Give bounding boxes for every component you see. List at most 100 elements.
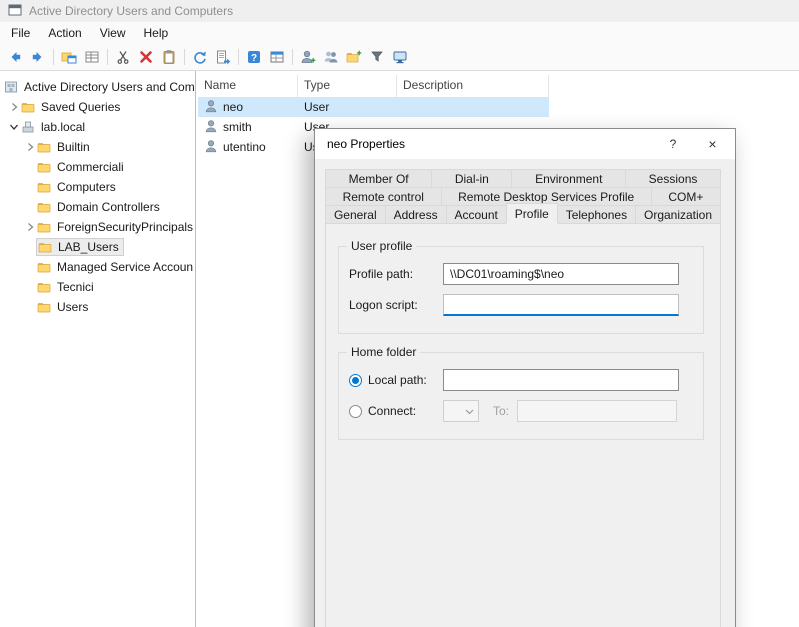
tab-profile[interactable]: Profile: [506, 203, 558, 224]
tree-item-managed-service-accounts[interactable]: Managed Service Accoun: [0, 257, 195, 277]
menu-bar: File Action View Help: [0, 22, 799, 44]
column-header-description[interactable]: Description: [397, 75, 549, 97]
export-list-icon[interactable]: [212, 46, 234, 68]
row-name: smith: [223, 120, 252, 134]
tab-member-of[interactable]: Member Of: [325, 169, 432, 188]
selected-tree-item[interactable]: LAB_Users: [36, 238, 124, 256]
tree-item-builtin[interactable]: Builtin: [0, 137, 195, 157]
folder-icon: [38, 240, 54, 254]
tree-item-root[interactable]: Active Directory Users and Com: [0, 77, 195, 97]
profile-tab-page: User profile Profile path: Logon script:…: [325, 223, 721, 627]
tab-telephones[interactable]: Telephones: [557, 205, 636, 224]
chevron-down-icon[interactable]: [6, 121, 21, 133]
tree-item-domain-controllers[interactable]: Domain Controllers: [0, 197, 195, 217]
tree-item-label: LAB_Users: [54, 240, 119, 254]
user-profile-group: User profile Profile path: Logon script:: [338, 246, 704, 334]
drive-letter-dropdown: [443, 400, 479, 422]
toolbar-separator: [292, 49, 293, 65]
chevron-right-icon[interactable]: [22, 141, 37, 153]
local-path-radio[interactable]: [349, 374, 362, 387]
list-view-icon[interactable]: [81, 46, 103, 68]
tree-item-tecnici[interactable]: Tecnici: [0, 277, 195, 297]
list-header: Name Type Description: [198, 75, 799, 97]
tab-address[interactable]: Address: [385, 205, 447, 224]
group-label: Home folder: [347, 345, 420, 359]
folder-icon: [37, 160, 53, 174]
connect-radio[interactable]: [349, 405, 362, 418]
domain-icon: [21, 120, 37, 134]
menu-view[interactable]: View: [91, 23, 135, 43]
toolbar-separator: [184, 49, 185, 65]
tree-item-label: Domain Controllers: [53, 200, 160, 214]
neo-properties-dialog: neo Properties ? × Member Of Dial-in Env…: [314, 128, 736, 627]
local-path-input[interactable]: [443, 369, 679, 391]
logon-script-input[interactable]: [443, 294, 679, 316]
connect-path-input: [517, 400, 677, 422]
properties-icon[interactable]: [266, 46, 288, 68]
folder-icon: [37, 300, 53, 314]
tab-general[interactable]: General: [325, 205, 386, 224]
tree-item-saved-queries[interactable]: Saved Queries: [0, 97, 195, 117]
tree-item-label: Builtin: [53, 140, 90, 154]
toolbar-separator: [238, 49, 239, 65]
back-icon[interactable]: [4, 46, 26, 68]
show-console-tree-icon[interactable]: [58, 46, 80, 68]
tree-item-users[interactable]: Users: [0, 297, 195, 317]
change-domain-controller-icon[interactable]: [389, 46, 411, 68]
tree-item-label: lab.local: [37, 120, 85, 134]
user-icon: [204, 99, 218, 116]
dialog-close-button[interactable]: ×: [690, 129, 735, 159]
tree-item-lab-users[interactable]: LAB_Users: [0, 237, 195, 257]
tab-dial-in[interactable]: Dial-in: [431, 169, 512, 188]
menu-action[interactable]: Action: [39, 23, 90, 43]
to-label: To:: [493, 404, 509, 418]
column-header-type[interactable]: Type: [298, 75, 397, 97]
menu-file[interactable]: File: [2, 23, 39, 43]
cut-icon[interactable]: [112, 46, 134, 68]
list-row-neo[interactable]: neo User: [198, 97, 549, 117]
tree-item-label: Saved Queries: [37, 100, 120, 114]
new-group-icon[interactable]: [320, 46, 342, 68]
tree-item-lab-local[interactable]: lab.local: [0, 117, 195, 137]
refresh-icon[interactable]: [189, 46, 211, 68]
tab-environment[interactable]: Environment: [511, 169, 626, 188]
app-icon: [8, 3, 22, 20]
tree-item-label: Managed Service Accoun: [53, 260, 193, 274]
home-folder-group: Home folder Local path: Connect: To:: [338, 352, 704, 440]
folder-icon: [37, 200, 53, 214]
dialog-help-button[interactable]: ?: [656, 129, 690, 159]
tree-item-label: Active Directory Users and Com: [20, 80, 195, 94]
tree-item-computers[interactable]: Computers: [0, 177, 195, 197]
chevron-right-icon[interactable]: [22, 221, 37, 233]
tab-com-plus[interactable]: COM+: [651, 187, 721, 206]
row-name: utentino: [223, 140, 266, 154]
dialog-title: neo Properties: [315, 129, 656, 159]
forward-icon[interactable]: [27, 46, 49, 68]
paste-icon[interactable]: [158, 46, 180, 68]
new-ou-icon[interactable]: [343, 46, 365, 68]
delete-icon[interactable]: [135, 46, 157, 68]
folder-icon: [37, 220, 53, 234]
tree-item-label: Users: [53, 300, 88, 314]
svg-text:?: ?: [251, 53, 257, 64]
row-name: neo: [223, 100, 243, 114]
column-header-name[interactable]: Name: [198, 75, 298, 97]
tab-account[interactable]: Account: [446, 205, 507, 224]
user-icon: [204, 119, 218, 136]
tree-item-commerciali[interactable]: Commerciali: [0, 157, 195, 177]
dialog-titlebar: neo Properties ? ×: [315, 129, 735, 159]
filter-icon[interactable]: [366, 46, 388, 68]
new-user-icon[interactable]: [297, 46, 319, 68]
tab-sessions[interactable]: Sessions: [625, 169, 721, 188]
tree-item-foreign-security-principals[interactable]: ForeignSecurityPrincipals: [0, 217, 195, 237]
toolbar-separator: [53, 49, 54, 65]
tab-strip: Member Of Dial-in Environment Sessions R…: [325, 169, 721, 224]
chevron-down-icon: [465, 404, 474, 418]
profile-path-input[interactable]: [443, 263, 679, 285]
tab-remote-control[interactable]: Remote control: [325, 187, 442, 206]
group-label: User profile: [347, 239, 416, 253]
chevron-right-icon[interactable]: [6, 101, 21, 113]
tab-organization[interactable]: Organization: [635, 205, 721, 224]
menu-help[interactable]: Help: [135, 23, 178, 43]
help-icon[interactable]: ?: [243, 46, 265, 68]
